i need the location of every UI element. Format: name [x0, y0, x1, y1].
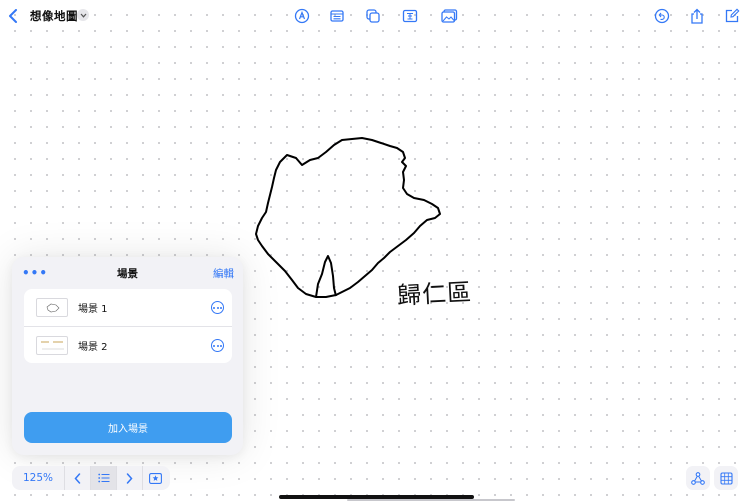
- chevron-left-icon: [74, 472, 81, 484]
- image-icon: [440, 9, 457, 23]
- map-outline: [255, 137, 441, 298]
- undo-button[interactable]: [652, 6, 672, 26]
- title-menu-button[interactable]: [77, 9, 89, 21]
- share-icon: [691, 8, 703, 24]
- list-icon: [97, 473, 109, 483]
- star-icon: [149, 472, 162, 484]
- scene-label: 場景 2: [78, 341, 108, 353]
- scene-thumbnail: [36, 298, 68, 317]
- add-scene-button[interactable]: 加入場景: [24, 412, 232, 443]
- previous-scene-button[interactable]: [64, 466, 90, 490]
- next-scene-button[interactable]: [116, 466, 142, 490]
- home-indicator-shadow: [347, 499, 515, 501]
- panel-title: 場景: [117, 268, 138, 280]
- image-tool-button[interactable]: [439, 6, 459, 26]
- add-favorite-scene-button[interactable]: [142, 466, 168, 490]
- board-title[interactable]: 想像地圖: [30, 8, 78, 24]
- connection-tool-button[interactable]: [686, 466, 710, 490]
- text-icon: [402, 9, 418, 23]
- undo-icon: [654, 8, 670, 24]
- sticky-note-button[interactable]: [327, 6, 347, 26]
- zoom-toolbar: 125%: [12, 466, 170, 490]
- pen-tool-button[interactable]: [292, 6, 312, 26]
- scene-label: 場景 1: [78, 304, 108, 315]
- chevron-right-icon: [126, 472, 133, 484]
- top-toolbar: 想像地圖: [0, 0, 740, 34]
- zoom-level-button[interactable]: 125%: [12, 472, 64, 484]
- shape-tool-button[interactable]: [363, 6, 383, 26]
- map-inner-line: [315, 255, 337, 298]
- new-board-icon: [725, 8, 740, 23]
- scene-list-button[interactable]: [90, 466, 116, 490]
- scene-list: 場景 1 場景 2: [24, 289, 232, 363]
- grid-icon: [719, 471, 733, 485]
- scene-more-icon[interactable]: [211, 339, 224, 352]
- share-button[interactable]: [687, 6, 707, 26]
- scene-thumbnail: [36, 336, 68, 355]
- shape-icon: [366, 9, 380, 23]
- chevron-down-icon: [80, 13, 86, 18]
- chevron-left-icon: [9, 9, 17, 23]
- scene-item-2[interactable]: 場景 2: [24, 326, 232, 363]
- text-tool-button[interactable]: [400, 6, 420, 26]
- pen-icon: [294, 8, 310, 24]
- new-board-button[interactable]: [722, 6, 740, 26]
- connection-icon: [691, 471, 705, 485]
- scene-item-1[interactable]: 場景 1: [24, 289, 232, 326]
- handwritten-label: 歸仁區: [396, 278, 473, 310]
- grid-toggle-button[interactable]: [714, 466, 738, 490]
- back-button[interactable]: [5, 6, 21, 26]
- scenes-panel: ••• 場景 編輯 場景 1 場景 2 加入場景: [12, 257, 243, 455]
- note-icon: [330, 10, 344, 22]
- scene-more-icon[interactable]: [211, 301, 224, 314]
- edit-button[interactable]: 編輯: [213, 266, 234, 281]
